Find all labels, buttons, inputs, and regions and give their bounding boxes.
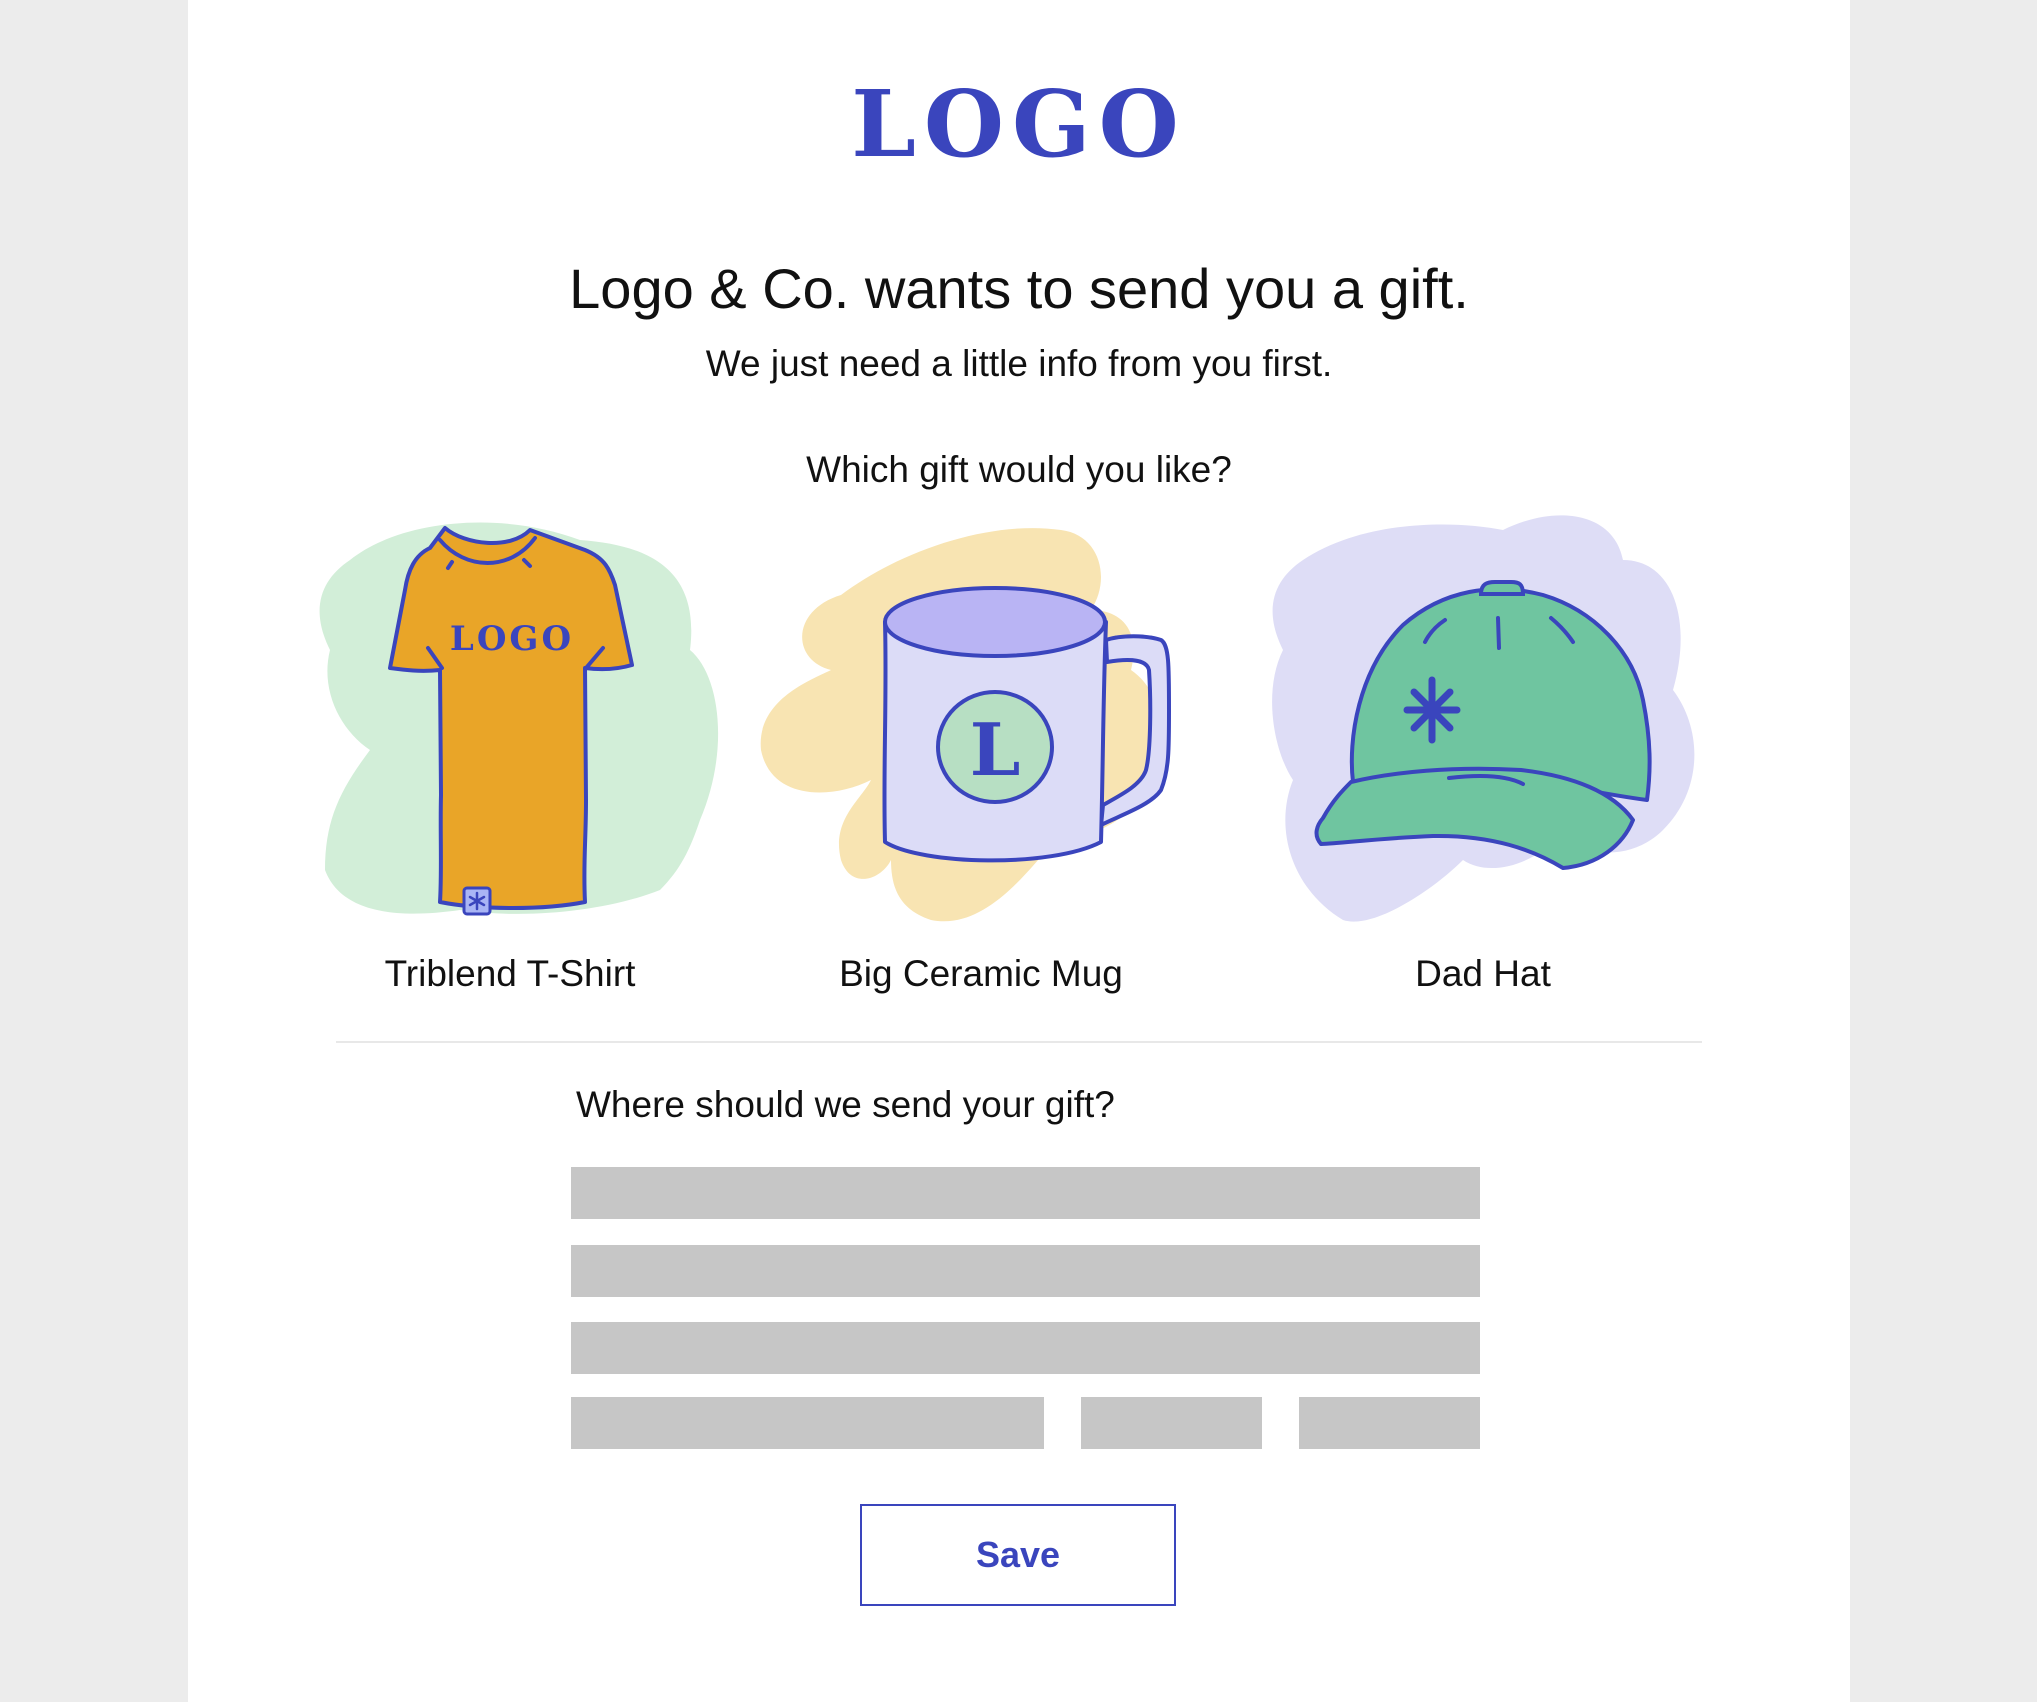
gift-option-label: Big Ceramic Mug <box>839 953 1123 994</box>
gift-option-label: Triblend T-Shirt <box>384 953 636 994</box>
gift-option-dad-hat[interactable]: Dad Hat <box>1253 500 1713 1010</box>
address-line-2-field[interactable] <box>571 1245 1480 1297</box>
address-line-1-field[interactable] <box>571 1167 1480 1219</box>
gift-option-tshirt[interactable]: LOGO Triblend T-Shirt <box>280 500 740 1010</box>
state-field[interactable] <box>1081 1397 1262 1449</box>
mug-rim <box>883 586 1107 658</box>
cap-icon <box>1272 515 1695 922</box>
cap-button <box>1478 580 1526 596</box>
gift-form-card: LOGO Logo & Co. wants to send you a gift… <box>188 0 1850 1702</box>
tshirt-print-text: LOGO <box>450 619 574 659</box>
save-button[interactable]: Save <box>860 1504 1176 1606</box>
address-line-3-field[interactable] <box>571 1322 1480 1374</box>
section-divider <box>336 1041 1702 1043</box>
gift-question-heading: Which gift would you like? <box>806 449 1232 490</box>
city-field[interactable] <box>571 1397 1044 1449</box>
t-shirt-icon: LOGO <box>319 522 719 916</box>
brand-logo: LOGO <box>851 70 1187 178</box>
cap-asterisk <box>1403 676 1461 744</box>
gift-option-mug[interactable]: L Big Ceramic Mug <box>751 500 1211 1010</box>
gift-option-label: Dad Hat <box>1415 953 1551 994</box>
page-subtitle: We just need a little info from you firs… <box>705 343 1333 384</box>
mug-icon: L <box>760 528 1171 922</box>
page-title: Logo & Co. wants to send you a gift. <box>569 257 1469 320</box>
mug-print-text: L <box>970 707 1021 792</box>
address-question-heading: Where should we send your gift? <box>576 1084 1115 1125</box>
page-background: LOGO Logo & Co. wants to send you a gift… <box>0 0 2037 1702</box>
zip-field[interactable] <box>1299 1397 1480 1449</box>
